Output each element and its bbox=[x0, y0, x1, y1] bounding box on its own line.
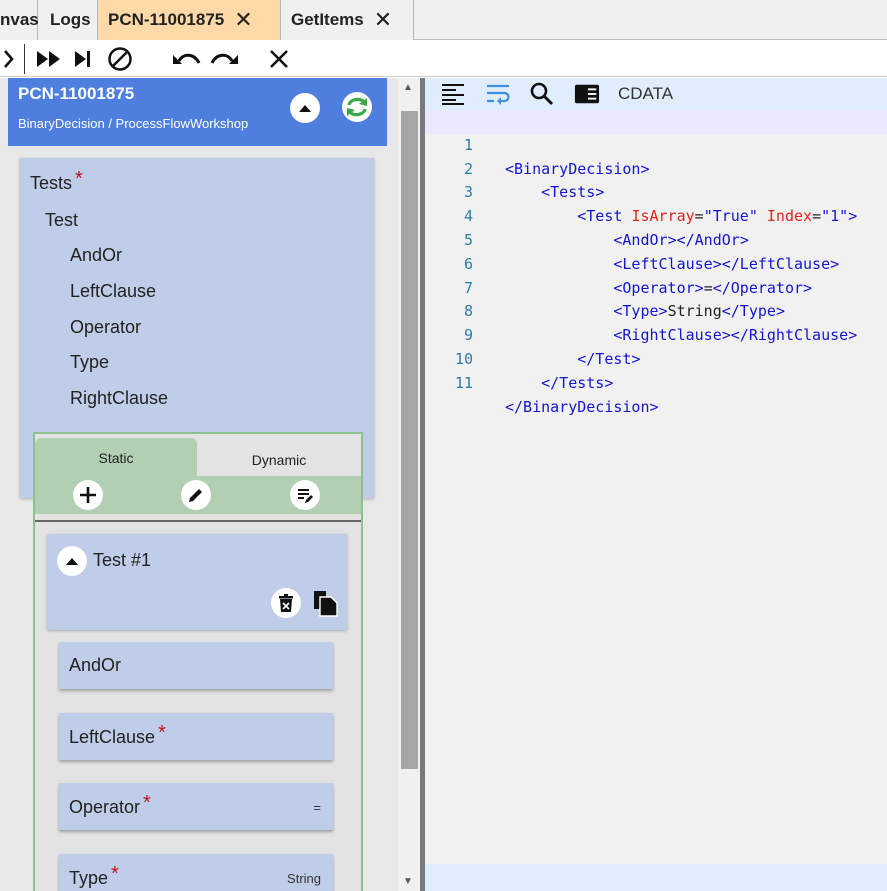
tab-label: PCN-11001875 bbox=[108, 10, 225, 29]
tab-static[interactable]: Static bbox=[35, 438, 197, 478]
scroll-down-icon[interactable]: ▼ bbox=[403, 876, 413, 887]
tab-label: GetItems bbox=[291, 10, 364, 29]
code-line: 4 <AndOr></AndOr> bbox=[425, 181, 887, 249]
scroll-up-icon[interactable]: ▲ bbox=[403, 82, 413, 93]
collapse-button[interactable] bbox=[290, 93, 320, 123]
field-value: String bbox=[287, 871, 321, 886]
fast-forward-icon[interactable] bbox=[35, 46, 63, 72]
cancel-icon[interactable] bbox=[105, 46, 135, 72]
tree-node-operator[interactable]: Operator bbox=[70, 317, 141, 338]
field-label-text: Operator bbox=[69, 797, 141, 817]
code-line: 11 </BinaryDecision> bbox=[425, 348, 887, 416]
code-line: 2 <Tests> bbox=[425, 134, 887, 202]
code-area[interactable]: 1 <BinaryDecision> 2 <Tests> 3 <Test IsA… bbox=[425, 110, 887, 416]
caret-up-icon bbox=[299, 105, 311, 112]
copy-icon[interactable] bbox=[311, 588, 341, 618]
code-line: 1 <BinaryDecision> bbox=[425, 110, 887, 178]
toolbar bbox=[0, 40, 887, 77]
code-editor: CDATA 1 <BinaryDecision> 2 <Tests> 3 <Te… bbox=[425, 78, 887, 891]
field-type[interactable]: Type * String bbox=[59, 854, 333, 891]
tab-pcn-11001875[interactable]: PCN-11001875 ✕ bbox=[98, 0, 281, 40]
required-marker: * bbox=[158, 722, 166, 744]
close-icon[interactable]: ✕ bbox=[234, 9, 252, 31]
undo-icon[interactable] bbox=[171, 46, 203, 72]
tree-node-tests[interactable]: Tests * bbox=[30, 168, 83, 195]
code-line: 3 <Test IsArray="True" Index="1"> bbox=[425, 158, 887, 225]
tree-node-rightclause[interactable]: RightClause bbox=[70, 388, 168, 409]
code-text: </BinaryDecision> bbox=[505, 397, 659, 416]
edit-icon[interactable] bbox=[181, 480, 211, 510]
delete-icon[interactable] bbox=[271, 588, 301, 618]
wrap-text-icon[interactable] bbox=[485, 82, 511, 106]
tree-node-type[interactable]: Type bbox=[70, 352, 109, 373]
caret-up-icon bbox=[66, 558, 78, 565]
test-editor: Static Dynamic Test #1 AndOr LeftClause … bbox=[33, 432, 363, 891]
tree-node-test[interactable]: Test bbox=[45, 210, 78, 231]
line-number: 11 bbox=[454, 373, 473, 392]
code-line: 7 <Type>String</Type> bbox=[425, 253, 887, 321]
toolbar-divider bbox=[24, 44, 25, 74]
collapse-button[interactable] bbox=[57, 546, 87, 576]
close-icon[interactable] bbox=[266, 46, 292, 72]
tab-canvas[interactable]: nvas bbox=[0, 0, 39, 40]
field-operator[interactable]: Operator * = bbox=[59, 783, 333, 830]
cdata-button[interactable]: CDATA bbox=[618, 84, 673, 104]
tab-label: nvas bbox=[0, 10, 39, 29]
format-align-icon[interactable] bbox=[440, 82, 466, 106]
required-marker: * bbox=[75, 168, 83, 190]
sync-icon[interactable] bbox=[341, 91, 373, 123]
field-label: LeftClause * bbox=[69, 722, 166, 749]
properties-panel: PCN-11001875 BinaryDecision / ProcessFlo… bbox=[0, 78, 398, 891]
code-line: 8 <RightClause></RightClause> bbox=[425, 277, 887, 344]
tab-getitems[interactable]: GetItems ✕ bbox=[281, 0, 414, 40]
required-marker: * bbox=[111, 863, 119, 885]
tree-node-label: Tests bbox=[30, 173, 73, 193]
redo-icon[interactable] bbox=[208, 46, 240, 72]
editor-footer bbox=[425, 864, 887, 891]
required-marker: * bbox=[143, 792, 151, 814]
add-icon[interactable] bbox=[73, 480, 103, 510]
field-value: = bbox=[313, 800, 321, 815]
field-andor[interactable]: AndOr bbox=[59, 642, 333, 689]
chevron-right-icon[interactable] bbox=[0, 46, 18, 72]
tree-node-leftclause[interactable]: LeftClause bbox=[70, 281, 156, 302]
code-text: </Tests> bbox=[541, 373, 614, 392]
code-line: 10 </Tests> bbox=[425, 324, 887, 392]
tab-logs[interactable]: Logs bbox=[38, 0, 98, 40]
breadcrumb: BinaryDecision / ProcessFlowWorkshop bbox=[18, 116, 249, 131]
side-panel-icon[interactable] bbox=[574, 82, 600, 106]
scrollbar-thumb[interactable] bbox=[401, 111, 418, 769]
action-bar bbox=[35, 476, 361, 514]
tab-label: Logs bbox=[50, 10, 91, 29]
edit-list-icon[interactable] bbox=[290, 480, 320, 510]
skip-next-icon[interactable] bbox=[71, 46, 95, 72]
field-label: Type * bbox=[69, 863, 119, 890]
field-label: Operator * bbox=[69, 792, 151, 819]
editor-toolbar: CDATA bbox=[425, 78, 887, 110]
divider bbox=[35, 520, 361, 522]
code-line: 6 <Operator>=</Operator> bbox=[425, 229, 887, 297]
field-label: AndOr bbox=[69, 655, 122, 675]
code-line: 9 </Test> bbox=[425, 300, 887, 368]
tab-bar: nvas Logs PCN-11001875 ✕ GetItems ✕ bbox=[0, 0, 887, 40]
page-title: PCN-11001875 bbox=[18, 84, 135, 103]
search-icon[interactable] bbox=[529, 82, 555, 106]
field-label-text: Type bbox=[69, 868, 109, 888]
field-label-text: LeftClause bbox=[69, 727, 156, 747]
tree-node-andor[interactable]: AndOr bbox=[70, 245, 122, 266]
test-title: Test #1 bbox=[93, 550, 152, 570]
test-item-card: Test #1 bbox=[47, 534, 347, 630]
code-line: 5 <LeftClause></LeftClause> bbox=[425, 205, 887, 273]
panel-header: PCN-11001875 BinaryDecision / ProcessFlo… bbox=[8, 78, 387, 146]
close-icon[interactable]: ✕ bbox=[374, 9, 392, 31]
field-leftclause[interactable]: LeftClause * bbox=[59, 713, 333, 760]
tab-dynamic[interactable]: Dynamic bbox=[197, 442, 361, 478]
